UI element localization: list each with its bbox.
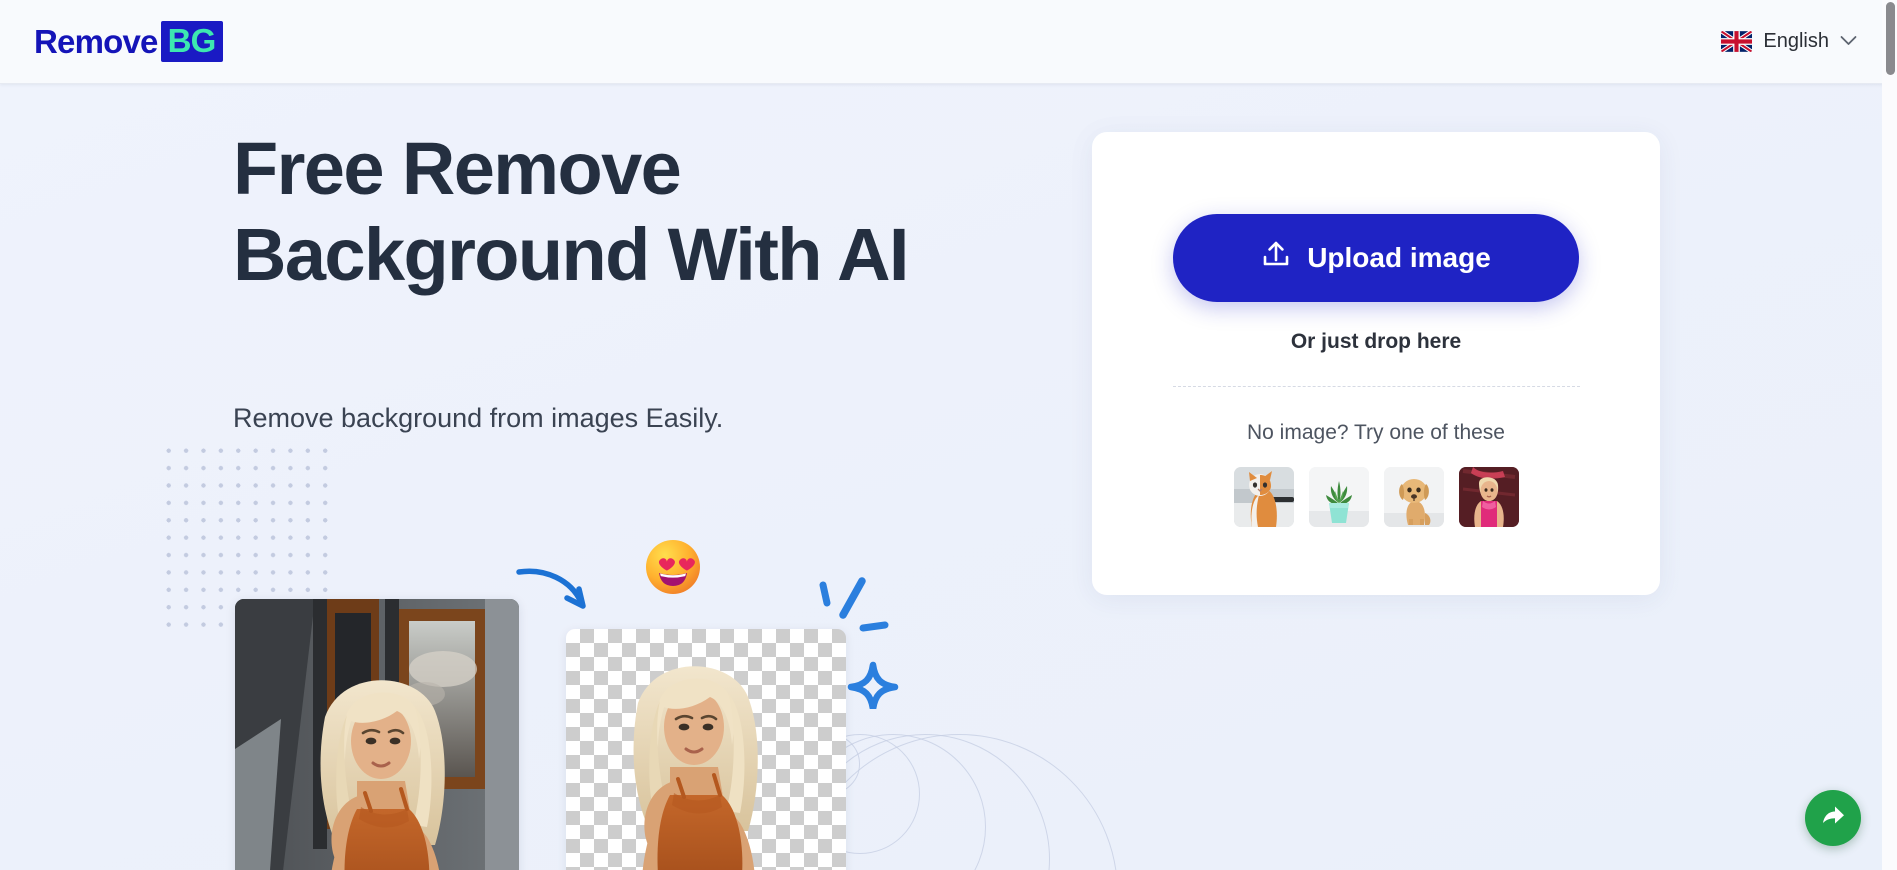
page-body: Free Remove Background With AI Remove ba… — [0, 84, 1897, 870]
upload-button-label: Upload image — [1307, 242, 1491, 273]
sample-thumb-woman[interactable] — [1458, 467, 1519, 527]
logo[interactable]: Remove BG — [34, 21, 223, 62]
share-arrow-icon — [1819, 802, 1847, 835]
language-label: English — [1763, 30, 1829, 52]
upload-icon — [1261, 239, 1291, 277]
card-divider — [1172, 386, 1580, 387]
sample-thumb-plant[interactable] — [1308, 467, 1369, 527]
sample-thumbnails — [1233, 467, 1519, 527]
chevron-down-icon — [1840, 33, 1857, 51]
sparkle-decoration — [805, 569, 915, 713]
logo-primary-text: Remove — [34, 23, 158, 60]
page-subtitle: Remove background from images Easily. — [233, 403, 724, 433]
curved-arrow-icon — [515, 564, 595, 619]
vertical-scrollbar[interactable] — [1882, 0, 1897, 870]
page-title: Free Remove Background With AI — [233, 127, 909, 296]
scrollbar-thumb[interactable] — [1886, 2, 1895, 75]
before-photo — [235, 599, 519, 870]
after-photo — [566, 629, 846, 870]
heart-eyes-emoji-icon — [642, 536, 704, 598]
uk-flag-icon — [1721, 31, 1753, 52]
upload-card: Upload image Or just drop here No image?… — [1092, 132, 1660, 595]
sample-thumb-dog[interactable] — [1383, 467, 1444, 527]
upload-image-button[interactable]: Upload image — [1173, 214, 1579, 302]
site-header: Remove BG English — [0, 0, 1897, 84]
samples-label: No image? Try one of these — [1247, 421, 1505, 444]
drop-hint-text: Or just drop here — [1290, 330, 1462, 353]
concentric-rings-decoration — [800, 734, 1130, 870]
share-floating-button[interactable] — [1805, 790, 1861, 846]
logo-badge-text: BG — [160, 21, 223, 62]
sample-thumb-cat[interactable] — [1233, 467, 1294, 527]
language-selector[interactable]: English — [1717, 24, 1861, 59]
